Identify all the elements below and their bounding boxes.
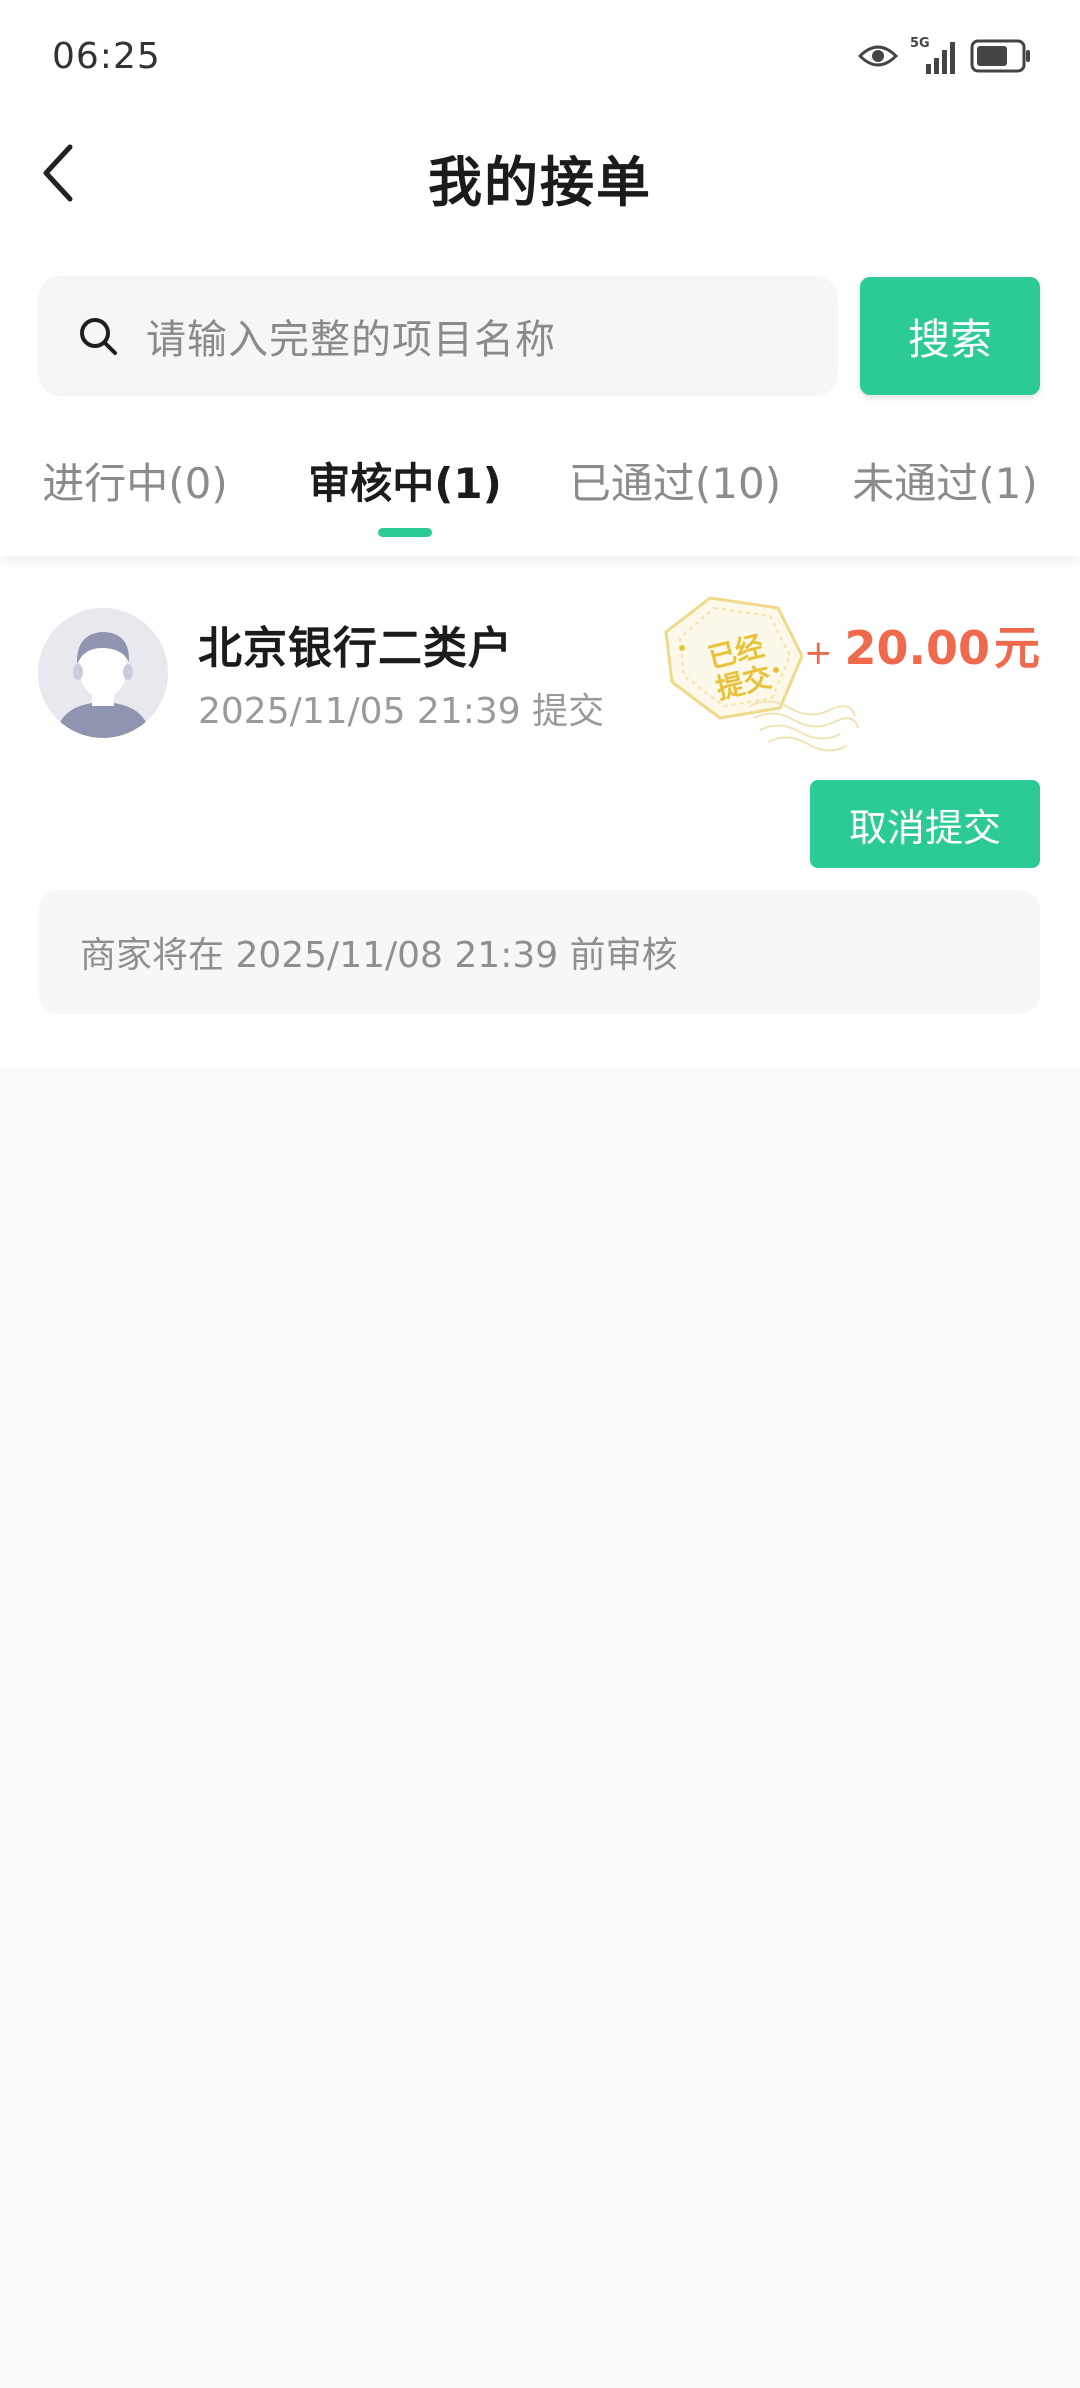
navigation-bar: 我的接单 (0, 118, 1080, 228)
status-tabs: 进行中(0) 审核中(1) 已通过(10) 未通过(1) (0, 450, 1080, 530)
active-tab-indicator (378, 528, 432, 537)
tab-under-review[interactable]: 审核中(1) (270, 450, 540, 511)
cancel-submission-button[interactable]: 取消提交 (810, 780, 1040, 868)
network-type-label: 5G (910, 36, 930, 51)
status-icons: 5G (857, 36, 1032, 78)
status-time: 06:25 (52, 36, 161, 77)
signal-icon: 5G (910, 36, 956, 76)
reward-amount: + 20.00 元 (804, 612, 1040, 678)
reward-unit: 元 (994, 621, 1040, 675)
review-notice: 商家将在 2025/11/08 21:39 前审核 (38, 890, 1040, 1014)
search-icon (78, 314, 122, 358)
tab-rejected[interactable]: 未通过(1) (810, 450, 1080, 511)
tab-approved[interactable]: 已通过(10) (540, 450, 810, 511)
status-bar: 06:25 5G (0, 0, 1080, 118)
submit-time: 2025/11/05 21:39 提交 (198, 691, 605, 732)
project-name: 北京银行二类户 (198, 623, 513, 674)
search-button[interactable]: 搜索 (860, 277, 1040, 395)
page-title: 我的接单 (428, 151, 652, 214)
eye-icon (857, 42, 899, 74)
order-card[interactable]: 北京银行二类户 2025/11/05 21:39 提交 已经 提交 + 20.0… (0, 556, 1080, 1068)
tab-in-progress[interactable]: 进行中(0) (0, 450, 270, 511)
avatar (38, 608, 168, 738)
battery-icon (970, 39, 1032, 77)
header-area: 06:25 5G 我的接单 请输入完整的项目名称 搜索 进行中(0) 审核中(1… (0, 0, 1080, 556)
reward-value: 20.00 (844, 621, 990, 675)
search-box[interactable]: 请输入完整的项目名称 (38, 276, 838, 396)
search-input[interactable]: 请输入完整的项目名称 (146, 307, 556, 365)
review-deadline-text: 商家将在 2025/11/08 21:39 前审核 (80, 935, 678, 976)
reward-plus-sign: + (803, 633, 833, 673)
